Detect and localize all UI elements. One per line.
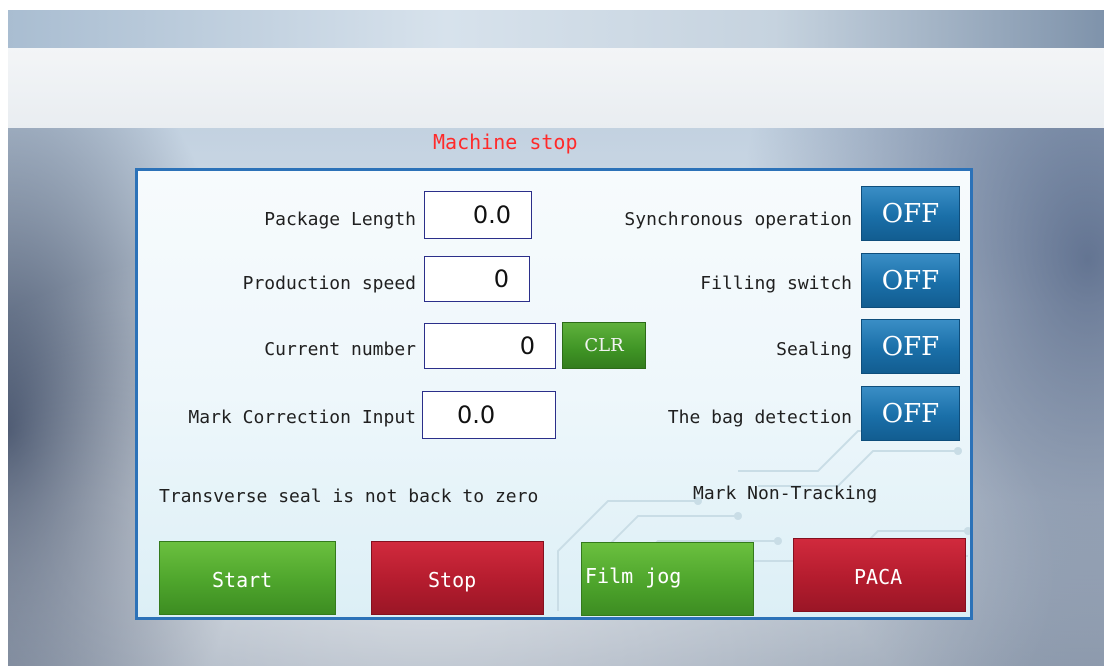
hmi-screen: Machine stop Package Length Production s… xyxy=(8,10,1104,666)
paca-button[interactable]: PACA xyxy=(793,538,966,612)
package-length-label: Package Length xyxy=(264,209,416,230)
start-button-label: Start xyxy=(212,568,273,592)
stop-button-label: Stop xyxy=(428,568,477,592)
bag-detection-toggle[interactable]: OFF xyxy=(861,386,960,441)
paca-button-label: PACA xyxy=(854,565,903,589)
transverse-seal-message: Transverse seal is not back to zero xyxy=(159,486,539,507)
film-jog-button[interactable]: Film jog xyxy=(581,542,754,616)
bag-detection-label: The bag detection xyxy=(667,407,852,428)
mark-correction-field[interactable]: 0.0 xyxy=(422,391,556,439)
start-button[interactable]: Start xyxy=(159,541,336,615)
stop-button[interactable]: Stop xyxy=(371,541,544,615)
header-bar xyxy=(8,48,1104,128)
production-speed-field[interactable]: 0 xyxy=(424,256,530,302)
current-number-field[interactable]: 0 xyxy=(424,323,556,369)
filling-switch-label: Filling switch xyxy=(700,273,852,294)
top-strip xyxy=(8,10,1104,48)
production-speed-label: Production speed xyxy=(242,273,416,294)
mark-tracking-message: Mark Non-Tracking xyxy=(693,483,878,504)
filling-switch-toggle[interactable]: OFF xyxy=(861,253,960,308)
control-panel: Package Length Production speed Current … xyxy=(135,168,973,620)
synchronous-operation-toggle[interactable]: OFF xyxy=(861,186,960,241)
package-length-field[interactable]: 0.0 xyxy=(424,191,532,239)
sealing-toggle[interactable]: OFF xyxy=(861,319,960,374)
film-jog-button-label: Film jog xyxy=(585,564,682,588)
machine-status: Machine stop xyxy=(433,130,578,154)
sealing-label: Sealing xyxy=(776,339,852,360)
mark-correction-label: Mark Correction Input xyxy=(188,407,416,428)
synchronous-operation-label: Synchronous operation xyxy=(624,209,852,230)
current-number-label: Current number xyxy=(264,339,416,360)
